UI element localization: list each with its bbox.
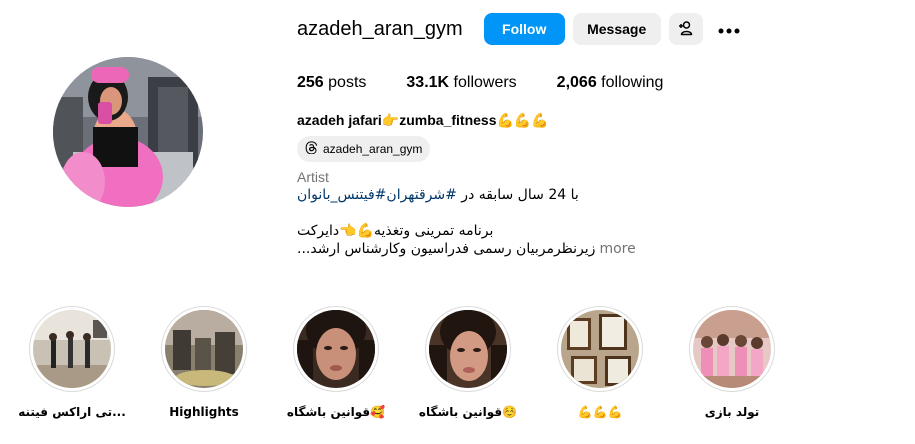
- highlight-label: 💪💪💪: [577, 405, 623, 419]
- following-label: following: [596, 74, 664, 91]
- bio-line-1: با 24 سال سابقه در #شرقتهران#فیتنس_بانوا…: [297, 186, 627, 204]
- bio-more-link[interactable]: more: [599, 241, 635, 257]
- profile-stats: 256 posts 33.1K followers 2,066 followin…: [297, 73, 703, 93]
- profile-avatar[interactable]: [53, 57, 203, 207]
- followers-label: followers: [449, 74, 517, 91]
- bio-spacer: [297, 204, 627, 222]
- followers-count: 33.1K: [406, 74, 450, 91]
- posts-label: posts: [323, 74, 367, 91]
- bio-line-3: برنامه تمرینی وتغذیه💪👈دایرکت: [297, 222, 627, 240]
- bio-text-4: زیرنظرمربیان رسمی فدراسیون وکارشناس ارشد…: [297, 241, 596, 257]
- highlight-ring: [293, 306, 379, 392]
- highlight-cover: [297, 310, 375, 388]
- follow-button[interactable]: Follow: [483, 13, 565, 45]
- bio-text-1: با 24 سال سابقه در #شرقتهران#فیتنس_بانوا…: [297, 187, 579, 203]
- highlight-ring: [161, 306, 247, 392]
- profile-category: Artist: [297, 169, 329, 185]
- highlight-cover: [33, 310, 111, 388]
- suggest-users-button[interactable]: [668, 13, 703, 45]
- threads-icon: [305, 141, 318, 157]
- highlight-cover: [165, 310, 243, 388]
- story-highlights: تی اراکس فیتنه... Highlights قوانین باشگ…: [0, 306, 915, 436]
- highlight-label: تولد بازی: [704, 405, 760, 419]
- highlight-ring: [557, 306, 643, 392]
- highlight-label: قوانین باشگاه🥰: [286, 405, 386, 419]
- highlight-item[interactable]: قوانین باشگاه☺️: [403, 306, 533, 419]
- highlight-label: Highlights: [169, 405, 239, 419]
- highlight-cover: [693, 310, 771, 388]
- highlight-cover: [561, 310, 639, 388]
- profile-page: azadeh_aran_gym Follow Message 256 posts…: [0, 0, 915, 444]
- highlight-cover: [429, 310, 507, 388]
- highlight-item[interactable]: 💪💪💪: [535, 306, 665, 419]
- posts-count: 256: [297, 74, 324, 91]
- bio-hashtags[interactable]: #شرقتهران#فیتنس_بانوان: [297, 187, 457, 203]
- following-count: 2,066: [556, 74, 597, 91]
- followers-stat[interactable]: 33.1K followers: [406, 74, 516, 92]
- posts-stat: 256 posts: [297, 74, 366, 92]
- message-button[interactable]: Message: [572, 13, 661, 45]
- highlight-item[interactable]: تی اراکس فیتنه...: [7, 306, 137, 419]
- threads-handle: azadeh_aran_gym: [323, 142, 423, 156]
- highlight-ring: [689, 306, 775, 392]
- highlight-label: قوانین باشگاه☺️: [418, 405, 518, 419]
- bio-prefix: با 24 سال سابقه در: [456, 187, 579, 203]
- more-options-icon: [718, 21, 740, 37]
- highlight-ring: [425, 306, 511, 392]
- highlight-item[interactable]: Highlights: [139, 306, 269, 419]
- highlight-item[interactable]: تولد بازی: [667, 306, 797, 419]
- threads-link[interactable]: azadeh_aran_gym: [297, 136, 431, 162]
- highlight-label: تی اراکس فیتنه...: [18, 405, 126, 419]
- add-user-icon: [678, 20, 694, 39]
- profile-username: azadeh_aran_gym: [297, 17, 463, 40]
- highlight-ring: [29, 306, 115, 392]
- following-stat[interactable]: 2,066 following: [557, 74, 664, 92]
- bio-line-4: زیرنظرمربیان رسمی فدراسیون وکارشناس ارشد…: [297, 240, 636, 258]
- profile-header: azadeh_aran_gym Follow Message: [297, 13, 745, 45]
- bio-text-3: برنامه تمرینی وتغذیه💪👈دایرکت: [297, 223, 494, 239]
- highlight-item[interactable]: قوانین باشگاه🥰: [271, 306, 401, 419]
- profile-bio: با 24 سال سابقه در #شرقتهران#فیتنس_بانوا…: [297, 186, 636, 258]
- more-options-button[interactable]: [713, 13, 745, 45]
- profile-full-name: azadeh jafari👉zumba_fitness💪💪💪: [297, 112, 549, 128]
